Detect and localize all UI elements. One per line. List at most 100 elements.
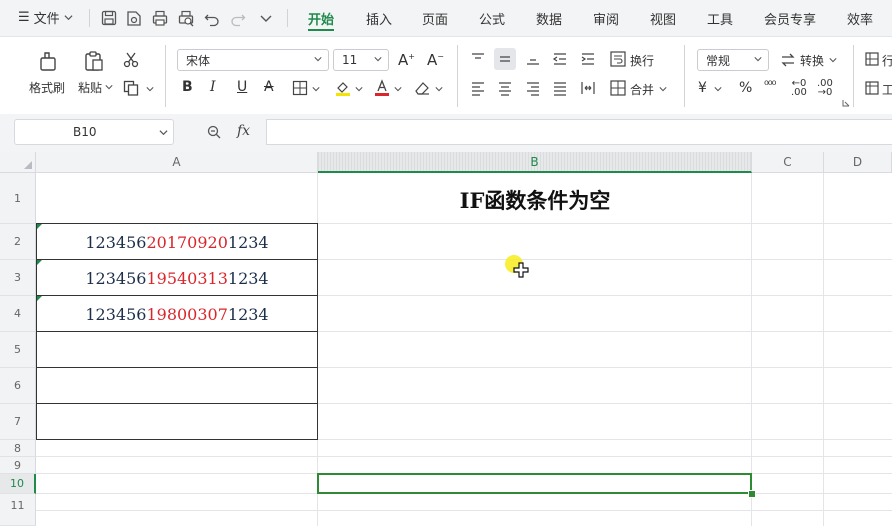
fill-handle[interactable] [748, 490, 756, 498]
align-right-icon[interactable] [525, 80, 541, 96]
increase-indent-icon[interactable] [580, 51, 596, 67]
chevron-down-icon[interactable] [714, 85, 722, 93]
tab-member[interactable]: 会员专享 [764, 9, 816, 28]
row-header-8[interactable]: 8 [0, 440, 36, 457]
insert-function-icon[interactable]: fx [237, 123, 250, 139]
worksheet-icon[interactable] [864, 80, 880, 96]
row-header-6[interactable]: 6 [0, 368, 36, 404]
selected-cell-b10[interactable] [317, 473, 752, 494]
tab-efficiency[interactable]: 效率 [847, 9, 873, 28]
merge-cells-label[interactable]: 合并 [630, 81, 654, 98]
file-menu[interactable]: ☰ 文件 [18, 8, 73, 27]
export-pdf-icon[interactable] [125, 9, 143, 27]
column-header-d[interactable]: D [824, 152, 892, 173]
align-center-icon[interactable] [497, 80, 513, 96]
column-header-b[interactable]: B [318, 152, 752, 173]
chevron-down-icon[interactable] [659, 85, 667, 93]
justify-icon[interactable] [552, 80, 568, 96]
rows-columns-icon[interactable] [864, 51, 880, 67]
ribbon-toolbar: 格式刷 粘贴 宋体 11 A+ A− B I U A 换行 合并 常规 转换 ¥… [0, 36, 892, 116]
percent-icon[interactable]: % [739, 80, 752, 96]
chevron-down-icon[interactable] [159, 128, 168, 137]
select-all-corner[interactable] [0, 152, 36, 173]
decrease-indent-icon[interactable] [552, 51, 568, 67]
row-header-2[interactable]: 2 [0, 224, 36, 260]
align-left-icon[interactable] [470, 80, 486, 96]
border-icon[interactable] [292, 80, 308, 96]
align-bottom-icon[interactable] [525, 51, 541, 67]
thousands-separator-icon[interactable]: ⁰⁰⁰ [764, 78, 776, 92]
row-header-5[interactable]: 5 [0, 332, 36, 368]
format-painter-icon[interactable] [36, 49, 60, 73]
row-header-7[interactable]: 7 [0, 404, 36, 440]
decrease-font-icon[interactable]: A− [427, 51, 444, 69]
chevron-down-icon[interactable] [312, 85, 320, 93]
chevron-down-icon[interactable] [257, 9, 275, 27]
row-header-10[interactable]: 10 [0, 474, 36, 494]
paste-label[interactable]: 粘贴 [78, 79, 102, 96]
font-name-select[interactable]: 宋体 [177, 49, 329, 71]
tab-tools[interactable]: 工具 [707, 9, 733, 28]
formula-input[interactable] [266, 119, 892, 145]
chevron-down-icon[interactable] [355, 85, 363, 93]
chevron-down-icon[interactable] [105, 83, 113, 91]
merge-cells-icon[interactable] [609, 79, 627, 97]
tab-review[interactable]: 审阅 [593, 9, 619, 28]
increase-font-icon[interactable]: A+ [398, 51, 415, 69]
number-format-select[interactable]: 常规 [697, 49, 769, 71]
strikethrough-icon[interactable]: A [264, 79, 274, 95]
tab-page[interactable]: 页面 [422, 9, 448, 28]
id-birthdate: 19800307 [146, 305, 228, 324]
convert-icon[interactable] [779, 51, 797, 69]
column-header-a[interactable]: A [36, 152, 318, 173]
row-header-9[interactable]: 9 [0, 457, 36, 474]
increase-decimal-icon[interactable]: ←0.00 [791, 79, 807, 98]
dialog-launcher-icon[interactable] [842, 99, 850, 107]
worksheet-label[interactable]: 工 [882, 81, 892, 98]
convert-label[interactable]: 转换 [800, 52, 824, 69]
redo-icon[interactable] [229, 9, 247, 27]
save-icon[interactable] [100, 9, 118, 27]
cell-a5[interactable] [36, 331, 318, 368]
font-size-select[interactable]: 11 [333, 49, 389, 71]
wrap-text-icon[interactable] [609, 50, 627, 68]
tab-formula[interactable]: 公式 [479, 9, 505, 28]
chevron-down-icon[interactable] [435, 85, 443, 93]
rows-columns-label[interactable]: 行 [882, 52, 892, 69]
fill-color-icon[interactable] [334, 79, 352, 97]
cell-a7[interactable] [36, 403, 318, 440]
chevron-down-icon[interactable] [146, 85, 154, 93]
copy-icon[interactable] [122, 79, 140, 97]
row-header-3[interactable]: 3 [0, 260, 36, 296]
format-painter-label[interactable]: 格式刷 [29, 79, 65, 96]
cut-icon[interactable] [122, 51, 140, 69]
tab-view[interactable]: 视图 [650, 9, 676, 28]
tab-insert[interactable]: 插入 [366, 9, 392, 28]
italic-icon[interactable]: I [210, 79, 216, 95]
cell-a6[interactable] [36, 367, 318, 404]
row-header-4[interactable]: 4 [0, 296, 36, 332]
sheet-title-cell[interactable]: IF函数条件为空 [318, 185, 752, 215]
paste-icon[interactable] [82, 49, 106, 73]
print-icon[interactable] [151, 9, 169, 27]
decrease-decimal-icon[interactable]: .00 →0 [817, 79, 833, 98]
row-header-11[interactable]: 11 [0, 494, 36, 526]
font-color-icon[interactable] [373, 79, 391, 97]
bold-icon[interactable]: B [182, 79, 193, 95]
currency-icon[interactable]: ¥ [698, 80, 707, 96]
distribute-icon[interactable] [580, 80, 596, 96]
column-header-c[interactable]: C [752, 152, 824, 173]
print-preview-icon[interactable] [177, 9, 195, 27]
tab-home[interactable]: 开始 [308, 9, 334, 28]
undo-icon[interactable] [203, 9, 221, 27]
zoom-icon[interactable] [206, 124, 222, 140]
row-header-1[interactable]: 1 [0, 173, 36, 224]
tab-data[interactable]: 数据 [536, 9, 562, 28]
align-top-icon[interactable] [470, 51, 486, 67]
chevron-down-icon[interactable] [394, 85, 402, 93]
name-box[interactable]: B10 [14, 119, 174, 145]
chevron-down-icon[interactable] [829, 56, 837, 64]
wrap-text-label[interactable]: 换行 [630, 52, 654, 69]
underline-icon[interactable]: U [237, 79, 247, 95]
eraser-icon[interactable] [413, 80, 431, 96]
